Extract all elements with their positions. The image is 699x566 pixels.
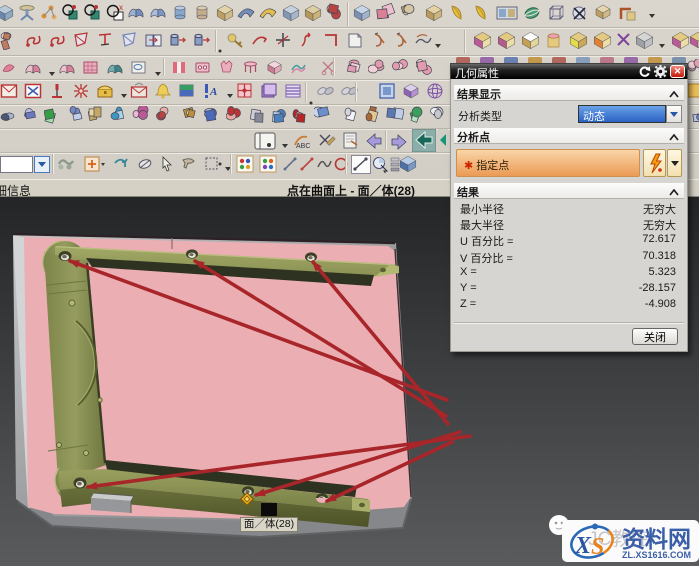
svg-text:A: A — [209, 86, 217, 98]
svg-text:X: X — [574, 533, 592, 559]
svg-text:S: S — [591, 534, 604, 560]
svg-text:x: x — [119, 3, 123, 12]
svg-text:ABC: ABC — [296, 143, 310, 150]
